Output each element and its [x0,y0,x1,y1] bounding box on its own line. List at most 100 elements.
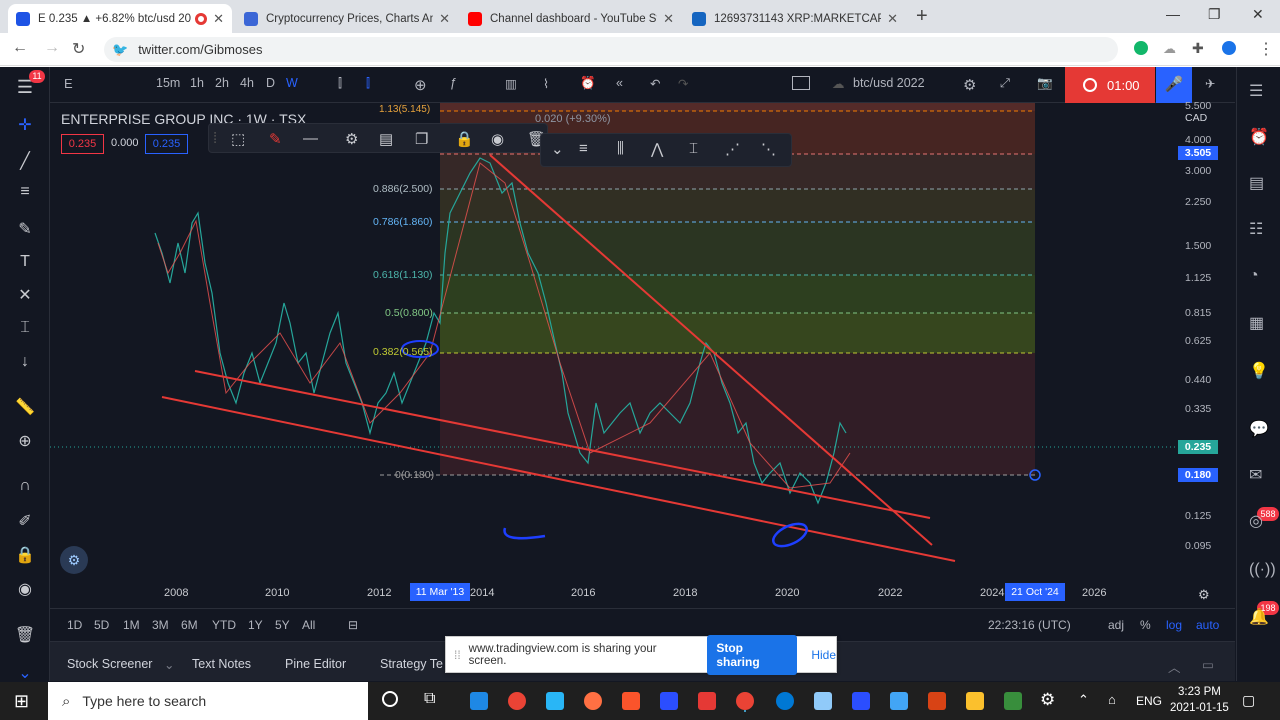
interval-1h[interactable]: 1h [190,76,204,90]
language-indicator[interactable]: ENG [1136,694,1162,708]
photoshop-icon[interactable] [852,692,870,710]
close-tab-icon[interactable]: ✕ [439,11,450,27]
tab-text-notes[interactable]: Text Notes [192,657,251,671]
photoshop-icon[interactable] [660,692,678,710]
chrome-active-icon[interactable] [736,692,754,710]
broadcast-icon[interactable]: ((·)) [1249,561,1276,579]
chart-type-icon[interactable]: ⫿ [338,76,342,91]
go-to-date-icon[interactable]: ⊟ [348,618,358,632]
visibility-icon[interactable]: ▤ [379,130,393,148]
cortana-icon[interactable] [382,691,398,707]
magnet-icon[interactable]: ∩ [13,477,37,495]
pattern-tool-icon[interactable]: ✕ [13,285,37,305]
lock-drawing-icon[interactable]: ✐ [13,511,37,531]
news-icon[interactable]: ▤ [1249,173,1264,193]
price-chart[interactable] [50,103,1178,579]
brush-tool-icon[interactable]: ✎ [13,219,37,239]
watchlist-icon[interactable]: ☰ [1249,81,1263,101]
extensions-puzzle-icon[interactable]: ✚ [1192,40,1204,57]
fib-tool-icon[interactable]: ⌄ [551,140,564,158]
fib-time-icon[interactable]: ⌶ [689,140,698,157]
range-ytd[interactable]: YTD [212,618,236,632]
calendar-icon[interactable]: ▦ [1249,313,1264,333]
camera-icon[interactable]: 📷 [1037,76,1053,91]
publish-icon[interactable]: ✈ [1205,76,1215,91]
data-window-icon[interactable]: ☷ [1249,219,1263,239]
layout-name[interactable]: btc/usd 2022 [853,76,925,90]
range-3m[interactable]: 3M [152,618,169,632]
settings-gear-icon[interactable]: ⚙ [345,130,358,148]
minimize-button[interactable]: — [1166,6,1180,22]
hide-button[interactable]: Hide [811,648,836,662]
trendline-tool-icon[interactable]: ╱ [13,151,37,171]
menu-kebab-icon[interactable]: ⋮ [1258,39,1274,59]
interval-d[interactable]: D [266,76,275,90]
network-icon[interactable]: ⌂ [1108,692,1116,707]
template-icon[interactable]: ⬚ [231,130,245,148]
app-icon[interactable] [814,692,832,710]
trend-fib-icon[interactable]: ⋀ [651,140,663,158]
omnibox[interactable]: 🐦 twitter.com/Gibmoses [104,37,1118,62]
streams-icon[interactable]: ◎ [1249,511,1263,531]
log-toggle[interactable]: log [1166,618,1182,632]
crosshair-icon[interactable]: ✛ [13,115,37,135]
redo-icon[interactable]: ↷ [678,76,688,91]
windows-start-icon[interactable]: ⊞ [14,691,29,712]
new-tab-button[interactable]: + [916,5,928,28]
axis-settings-icon[interactable]: ⚙ [1198,587,1210,603]
chevron-down-icon[interactable]: ⌄ [164,657,174,672]
tab-pine-editor[interactable]: Pine Editor [285,657,346,671]
firefox-icon[interactable] [584,692,602,710]
interval-15m[interactable]: 15m [156,76,180,90]
drag-handle-icon[interactable]: ⁞⁞ [454,648,461,662]
app-icon[interactable] [470,692,488,710]
sell-price[interactable]: 0.235 [61,134,104,154]
fullscreen-icon[interactable]: ⤢ [1000,76,1010,91]
price-scale[interactable]: 5.500 CAD 4.000 3.000 2.250 1.500 1.125 … [1178,100,1235,579]
explorer-icon[interactable] [966,692,984,710]
taskbar-search[interactable]: ⌕ Type here to search [48,682,368,720]
app-icon[interactable] [1004,692,1022,710]
fib-channel-icon[interactable]: ⫼ [617,140,624,157]
chat-icon[interactable]: 💬 [1249,419,1269,439]
range-5d[interactable]: 5D [94,618,109,632]
tab-coinmarketcap[interactable]: Cryptocurrency Prices, Charts An ✕ [236,4,458,33]
edge-icon[interactable] [776,692,794,710]
stop-sharing-button[interactable]: Stop sharing [707,634,798,675]
range-5y[interactable]: 5Y [275,618,290,632]
tab-tradingview[interactable]: E 0.235 ▲ +6.82% btc/usd 20 ✕ [8,4,232,33]
clone-icon[interactable]: ❐ [415,130,428,148]
settings-gear-icon[interactable]: ⚙ [1040,690,1055,710]
arrow-down-icon[interactable]: ↓ [13,353,37,371]
microphone-icon[interactable]: 🎤 [1156,67,1192,103]
percent-toggle[interactable]: % [1140,618,1151,632]
line-style-icon[interactable]: — [303,130,318,147]
app-icon[interactable] [546,692,564,710]
maximize-button[interactable]: ❐ [1208,6,1221,23]
trash-icon[interactable]: 🗑 [13,625,37,645]
app-icon[interactable] [890,692,908,710]
line-color-icon[interactable]: ✎ [269,130,282,148]
symbol-button[interactable]: E [64,76,73,91]
range-all[interactable]: All [302,618,315,632]
candles-icon[interactable]: ⫿ [366,76,370,91]
lock-icon[interactable]: 🔒 [455,130,474,148]
layout-icon[interactable] [792,76,810,90]
range-1m[interactable]: 1M [123,618,140,632]
interval-2h[interactable]: 2h [215,76,229,90]
add-compare-icon[interactable]: ⊕ [414,76,427,94]
indicators-icon[interactable]: ƒ [450,76,457,90]
ruler-icon[interactable]: 📏 [13,397,37,417]
collapse-icon[interactable]: ⌄ [13,663,37,683]
close-tab-icon[interactable]: ✕ [213,11,224,27]
notifications-icon[interactable]: 🔔 [1249,607,1269,627]
tray-chevron-icon[interactable]: ⌃ [1078,692,1089,708]
templates-icon[interactable]: ⌇ [543,76,549,91]
chrome-icon[interactable] [508,692,526,710]
undo-icon[interactable]: ↶ [650,76,660,91]
settings-gear-icon[interactable]: ⚙ [963,76,976,94]
powerpoint-icon[interactable] [928,692,946,710]
clock-date[interactable]: 2021-01-15 [1170,702,1229,714]
fib-retracement-icon[interactable]: ≡ [579,140,588,157]
tab-youtube-studio[interactable]: Channel dashboard - YouTube St ✕ [460,4,682,33]
